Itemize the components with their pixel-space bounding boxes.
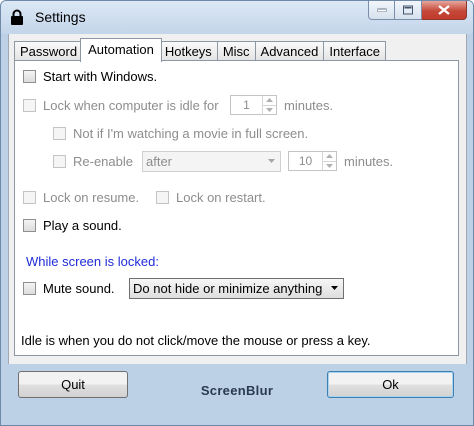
tab-advanced[interactable]: Advanced — [254, 41, 325, 61]
reenable-mode-value: after — [146, 154, 173, 169]
lock-idle-label: Lock when computer is idle for — [43, 98, 219, 113]
title-bar[interactable]: Settings — [1, 1, 473, 34]
chevron-down-icon — [268, 159, 275, 163]
lock-on-resume-option[interactable]: Lock on resume. — [23, 190, 139, 205]
play-sound-label: Play a sound. — [43, 218, 122, 233]
hide-option-value: Do not hide or minimize anything — [133, 281, 323, 296]
dialog-client-area: Password Automation Hotkeys Misc Advance… — [8, 34, 467, 365]
tab-hotkeys[interactable]: Hotkeys — [158, 41, 218, 61]
tab-interface[interactable]: Interface — [323, 41, 386, 61]
idle-minutes-value: 1 — [243, 98, 250, 112]
tab-automation[interactable]: Automation — [80, 38, 162, 62]
idle-minutes-unit: minutes. — [284, 98, 334, 113]
mute-sound-option[interactable]: Mute sound. — [23, 281, 115, 296]
arrow-up-icon — [326, 154, 333, 158]
maximize-button[interactable] — [395, 1, 422, 20]
close-icon — [438, 5, 450, 15]
lock-on-restart-label: Lock on restart. — [176, 190, 266, 205]
lock-icon — [11, 9, 23, 25]
reenable-minutes-unit: minutes. — [344, 154, 394, 169]
spin-up-button[interactable] — [263, 96, 276, 105]
mute-sound-checkbox[interactable] — [23, 282, 36, 295]
lock-idle-option[interactable]: Lock when computer is idle for — [23, 98, 219, 113]
lock-on-restart-option[interactable]: Lock on restart. — [156, 190, 266, 205]
not-fullscreen-label: Not if I'm watching a movie in full scre… — [73, 126, 309, 141]
lock-on-resume-checkbox[interactable] — [23, 191, 36, 204]
reenable-option[interactable]: Re-enable — [53, 154, 133, 169]
lock-on-resume-label: Lock on resume. — [43, 190, 140, 205]
reenable-minutes-value: 10 — [298, 154, 313, 168]
settings-tabs: Password Automation Hotkeys Misc Advance… — [14, 38, 386, 62]
minimize-icon — [377, 8, 386, 12]
window-title: Settings — [35, 9, 86, 25]
spin-down-button[interactable] — [323, 160, 336, 171]
start-with-windows-label: Start with Windows. — [43, 69, 158, 84]
maximize-icon — [403, 5, 413, 15]
settings-window: Settings Password Automation Hotkeys Mis… — [0, 0, 474, 426]
tab-misc[interactable]: Misc — [216, 41, 256, 61]
idle-footnote: Idle is when you do not click/move the m… — [21, 333, 371, 348]
while-locked-header: While screen is locked: — [26, 254, 159, 269]
tab-password[interactable]: Password — [14, 41, 84, 61]
caption-buttons — [368, 1, 467, 21]
spin-down-button[interactable] — [263, 104, 276, 115]
ok-button[interactable]: Ok — [327, 371, 454, 398]
spin-up-button[interactable] — [323, 152, 336, 161]
arrow-down-icon — [326, 163, 333, 168]
chevron-down-icon — [331, 286, 338, 290]
play-sound-checkbox[interactable] — [23, 219, 36, 232]
arrow-up-icon — [266, 98, 273, 102]
idle-minutes-spinner[interactable]: 1 — [230, 95, 277, 115]
play-sound-option[interactable]: Play a sound. — [23, 218, 122, 233]
arrow-down-icon — [266, 107, 273, 112]
reenable-minutes-spinner[interactable]: 10 — [288, 151, 337, 171]
reenable-checkbox[interactable] — [53, 155, 66, 168]
not-fullscreen-option[interactable]: Not if I'm watching a movie in full scre… — [53, 126, 308, 141]
lock-idle-checkbox[interactable] — [23, 99, 36, 112]
start-with-windows-option[interactable]: Start with Windows. — [23, 69, 157, 84]
dialog-footer: Quit ScreenBlur Ok — [1, 364, 473, 425]
close-button[interactable] — [422, 1, 467, 20]
minimize-button[interactable] — [368, 1, 395, 20]
reenable-label: Re-enable — [73, 154, 133, 169]
automation-panel: Start with Windows. Lock when computer i… — [14, 60, 459, 356]
hide-option-select[interactable]: Do not hide or minimize anything — [129, 278, 344, 299]
lock-on-restart-checkbox[interactable] — [156, 191, 169, 204]
mute-sound-label: Mute sound. — [43, 281, 115, 296]
start-with-windows-checkbox[interactable] — [23, 70, 36, 83]
not-fullscreen-checkbox[interactable] — [53, 127, 66, 140]
reenable-mode-select[interactable]: after — [142, 151, 281, 172]
